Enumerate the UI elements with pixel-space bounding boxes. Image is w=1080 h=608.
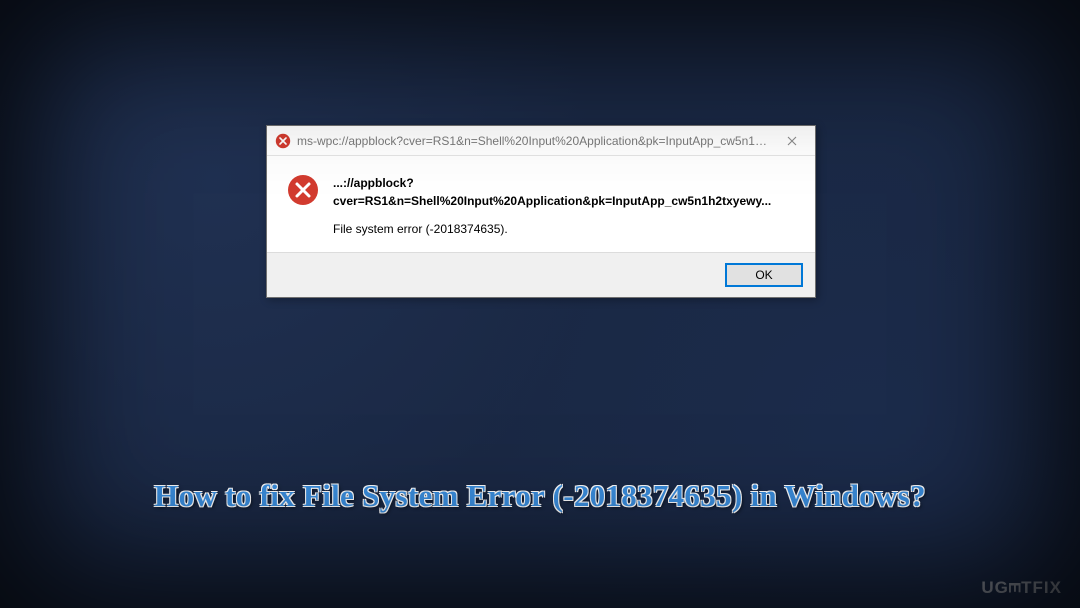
vignette-overlay — [0, 0, 1080, 608]
watermark-rotated: E — [1004, 582, 1024, 594]
title-bar: ms-wpc://appblock?cver=RS1&n=Shell%20Inp… — [267, 126, 815, 156]
ok-button[interactable]: OK — [725, 263, 803, 287]
dialog-footer: OK — [267, 252, 815, 297]
page-caption: How to fix File System Error (-201837463… — [0, 478, 1080, 514]
error-icon-small — [275, 133, 291, 149]
dialog-text: ...://appblock?cver=RS1&n=Shell%20Input%… — [333, 174, 795, 238]
close-button[interactable] — [769, 126, 815, 156]
error-dialog: ms-wpc://appblock?cver=RS1&n=Shell%20Inp… — [266, 125, 816, 298]
dialog-body: ...://appblock?cver=RS1&n=Shell%20Input%… — [267, 156, 815, 252]
watermark-suffix: TFIX — [1021, 578, 1062, 597]
dialog-heading: ...://appblock?cver=RS1&n=Shell%20Input%… — [333, 174, 795, 210]
watermark: UGETFIX — [981, 578, 1062, 598]
error-icon — [287, 174, 319, 206]
dialog-message: File system error (-2018374635). — [333, 220, 795, 238]
close-icon — [787, 136, 797, 146]
dialog-title: ms-wpc://appblock?cver=RS1&n=Shell%20Inp… — [297, 134, 769, 148]
